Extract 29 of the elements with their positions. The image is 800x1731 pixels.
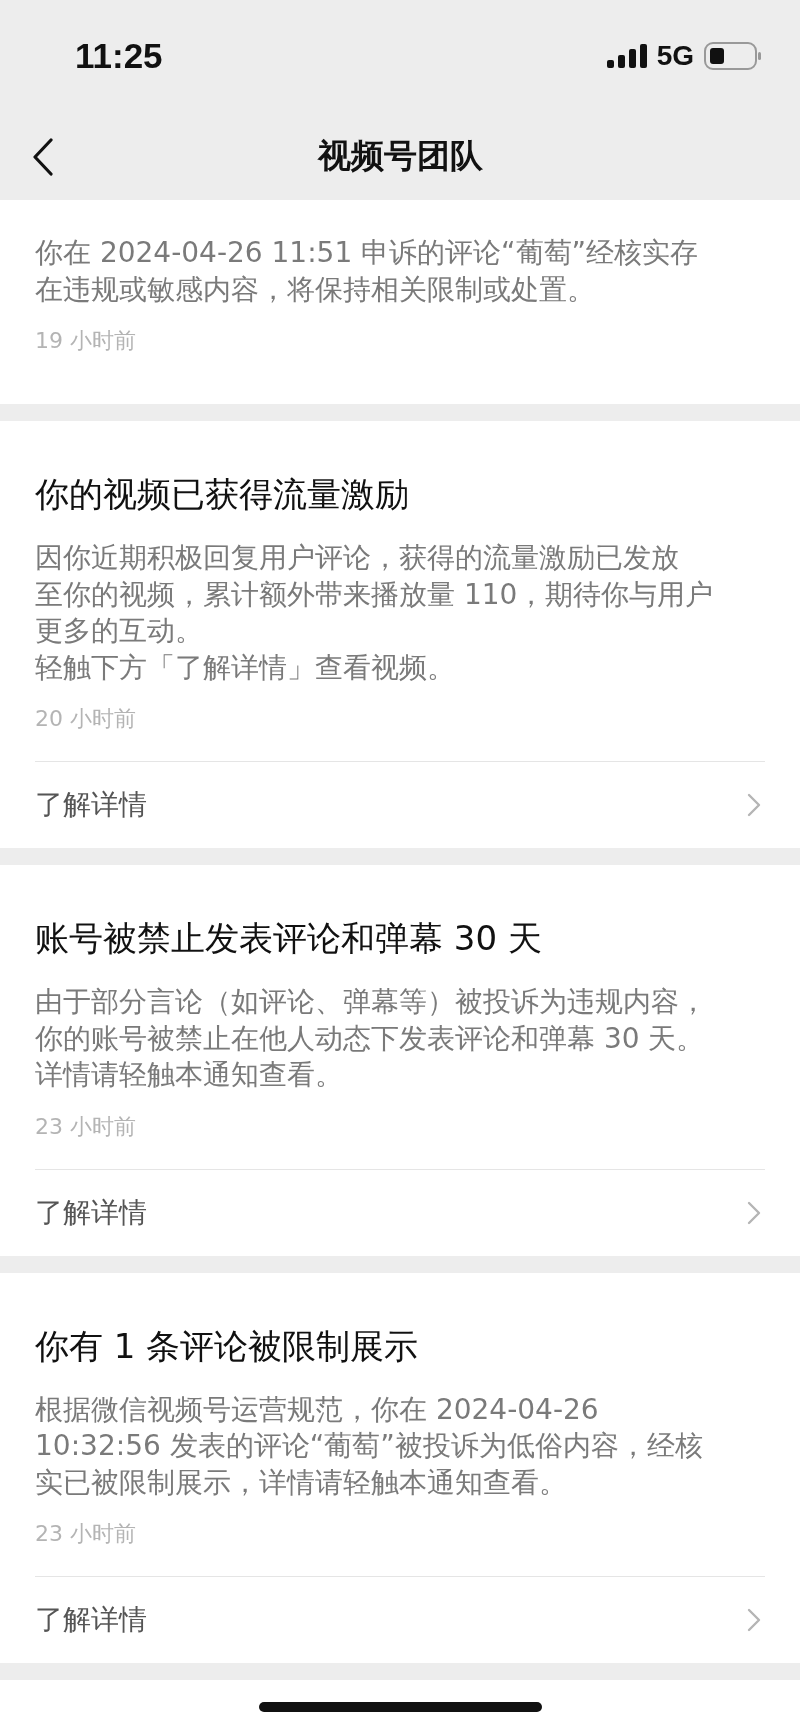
notification-card[interactable]: 你在 2024-04-26 11:51 申诉的评论“葡萄”经核实存 在违规或敏感内容，将保持相关限制或处置。 19 小时前	[0, 200, 800, 404]
details-label: 了解详情	[35, 787, 147, 823]
status-time: 11:25	[75, 36, 163, 76]
details-link[interactable]: 了解详情	[35, 1169, 765, 1256]
chevron-icon	[747, 1200, 761, 1225]
battery-icon	[704, 42, 762, 70]
notification-text: 你在 2024-04-26 11:51 申诉的评论“葡萄”经核实存 在违规或敏感内容，将保持相关限制或处置。	[35, 235, 700, 308]
notification-card[interactable]: 你的视频已获得流量激励 因你近期积极回复用户评论，获得的流量激励已发放 至你的视频，累计额外带来播放量 110，期待你与用户 更多的互动。 轻触下方「了解详情」查看视频。 20 小时前 了解详情	[0, 421, 800, 848]
notification-time: 19 小时前	[35, 327, 137, 355]
details-label: 了解详情	[35, 1194, 147, 1231]
notification-text: 由于部分言论（如评论、弹幕等）被投诉为违规内容， 你的账号被禁止在他人动态下发表评论和弹幕 30 天。 详情请轻触本通知查看。	[35, 984, 708, 1093]
details-label: 了解详情	[35, 1602, 147, 1638]
notification-card[interactable]: 你有 1 条评论被限制展示 根据微信视频号运营规范，你在 2024-04-26 10:32:56 发表的评论“葡萄”被投诉为低俗内容，经核 实已被限制展示，详情请轻触本通知查看。 23 小时前 了解详情	[0, 1272, 800, 1663]
notification-time: 23 小时前	[35, 1520, 137, 1548]
notification-title: 你有 1 条评论被限制展示	[35, 1324, 420, 1368]
notification-time: 23 小时前	[35, 1112, 137, 1141]
chevron-icon	[747, 793, 761, 817]
page-title: 视频号团队	[317, 134, 483, 177]
notification-time: 20 小时前	[35, 705, 137, 733]
details-link[interactable]: 了解详情	[35, 1577, 765, 1663]
network-label: 5G	[656, 40, 694, 72]
notification-card[interactable]: 账号被禁止发表评论和弹幕 30 天 由于部分言论（如评论、弹幕等）被投诉为违规内容， 你的账号被禁止在他人动态下发表评论和弹幕 30 天。 详情请轻触本通知查看。 23 小时前 了解详情	[0, 865, 800, 1256]
notification-title: 账号被禁止发表评论和弹幕 30 天	[35, 917, 543, 960]
signal-icon	[606, 44, 647, 68]
notification-text: 因你近期积极回复用户评论，获得的流量激励已发放 至你的视频，累计额外带来播放量 110，期待你与用户 更多的互动。 轻触下方「了解详情」查看视频。	[35, 540, 715, 686]
notification-title: 你的视频已获得流量激励	[35, 473, 410, 516]
details-link[interactable]: 了解详情	[35, 762, 765, 848]
chevron-icon	[747, 1608, 761, 1632]
notification-text: 根据微信视频号运营规范，你在 2024-04-26 10:32:56 发表的评论“葡萄”被投诉为低俗内容，经核 实已被限制展示，详情请轻触本通知查看。	[35, 1391, 704, 1501]
